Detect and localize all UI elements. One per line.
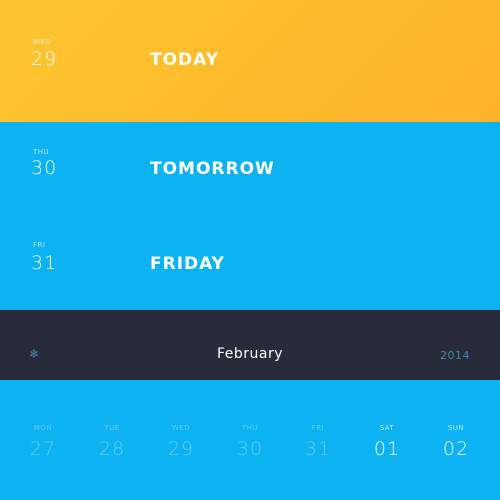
week-day-thu[interactable]: THU 30	[215, 380, 285, 500]
weekday-label: THU	[33, 148, 50, 156]
year-label[interactable]: 2014	[440, 349, 470, 362]
week-day-number: 27	[29, 438, 57, 460]
day-row-tomorrow[interactable]: THU 30 TOMORROW	[0, 122, 500, 214]
week-day-label: TUE	[104, 424, 120, 432]
day-row-today[interactable]: WED 29 TODAY	[0, 0, 500, 122]
week-day-fri[interactable]: FRI 31	[283, 380, 353, 500]
week-day-wed[interactable]: WED 29	[146, 380, 216, 500]
week-day-number: 30	[236, 438, 264, 460]
week-day-number: 31	[304, 438, 332, 460]
day-title: FRIDAY	[150, 254, 225, 274]
week-day-label: MON	[33, 424, 53, 432]
week-day-number: 01	[373, 438, 401, 460]
week-day-mon[interactable]: MON 27	[8, 380, 78, 500]
weekday-label: FRI	[33, 241, 46, 249]
week-day-label: SUN	[447, 424, 465, 432]
week-day-label: THU	[241, 424, 259, 432]
month-header-bar	[0, 310, 500, 380]
date-number: 30	[31, 157, 58, 179]
month-title: February	[216, 346, 284, 362]
week-day-number: 28	[98, 438, 126, 460]
day-title: TODAY	[150, 50, 219, 70]
week-day-sat[interactable]: SAT 01	[352, 380, 422, 500]
weekday-label: WED	[33, 38, 52, 46]
week-day-number: 02	[442, 438, 470, 460]
week-strip: MON 27 TUE 28 WED 29 THU 30 FRI 31 SAT 0…	[0, 380, 500, 500]
day-row-friday[interactable]: FRI 31 FRIDAY	[0, 214, 500, 310]
week-day-label: WED	[171, 424, 191, 432]
week-day-label: FRI	[311, 424, 325, 432]
week-day-label: SAT	[379, 424, 395, 432]
date-number: 29	[31, 48, 58, 70]
week-day-sun[interactable]: SUN 02	[421, 380, 491, 500]
day-title: TOMORROW	[150, 159, 275, 179]
week-day-tue[interactable]: TUE 28	[77, 380, 147, 500]
week-day-number: 29	[167, 438, 195, 460]
date-number: 31	[31, 252, 58, 274]
